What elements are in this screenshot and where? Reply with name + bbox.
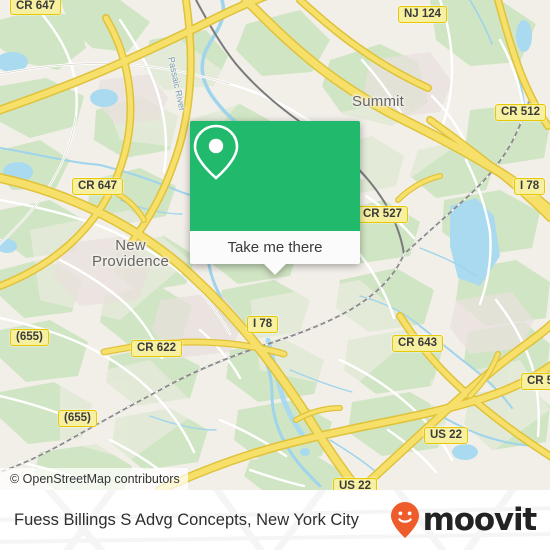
road-shield: CR 512 <box>495 104 546 121</box>
popup-icon-area <box>190 121 360 231</box>
road-shield: US 22 <box>333 478 377 490</box>
road-shield: CR 5 <box>521 373 550 390</box>
road-shield: CR 647 <box>10 0 61 15</box>
road-shield: NJ 124 <box>398 6 448 23</box>
location-popup-card[interactable]: Take me there <box>190 121 360 275</box>
location-title: Fuess Billings S Advg Concepts, New York… <box>14 510 359 529</box>
road-shield: I 78 <box>514 178 546 195</box>
road-shield: US 22 <box>424 427 468 444</box>
map-screenshot: Summit New Providence Passaic River CR 6… <box>0 0 550 550</box>
road-shield: (655) <box>58 410 97 427</box>
popup-pointer <box>264 264 286 275</box>
road-shield: I 78 <box>247 316 279 333</box>
map-canvas[interactable]: Summit New Providence Passaic River CR 6… <box>0 0 550 490</box>
moovit-logo[interactable]: moovit <box>390 490 538 550</box>
moovit-wordmark: moovit <box>422 502 538 538</box>
take-me-there-button[interactable]: Take me there <box>190 231 360 264</box>
map-pin-icon <box>193 124 239 180</box>
footer-bar: Fuess Billings S Advg Concepts, New York… <box>0 490 550 550</box>
osm-attribution[interactable]: © OpenStreetMap contributors <box>0 468 188 490</box>
road-shield: CR 622 <box>131 340 182 357</box>
road-shield: CR 643 <box>392 335 443 352</box>
road-shield: CR 527 <box>357 206 408 223</box>
moovit-smiley-pin-icon <box>390 502 419 538</box>
road-shield: (655) <box>10 329 49 346</box>
road-shield: CR 647 <box>72 178 123 195</box>
